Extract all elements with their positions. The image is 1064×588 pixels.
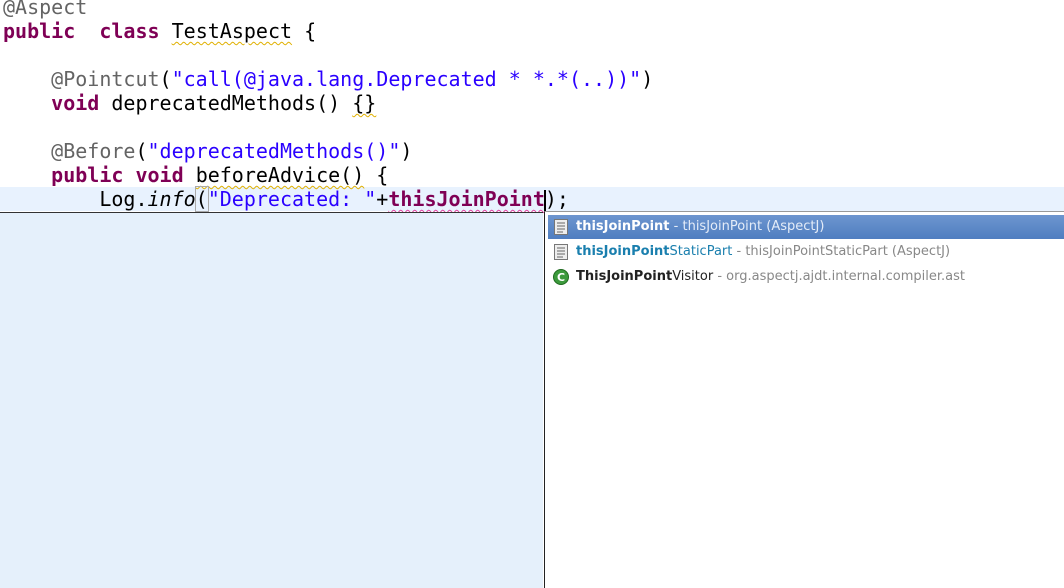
- code-line-8: public void beforeAdvice() {: [51, 163, 389, 187]
- completion-item[interactable]: thisJoinPointStaticPart - thisJoinPointS…: [548, 240, 1064, 264]
- field-doc-icon: [554, 219, 568, 235]
- code-line-7: @Before("deprecatedMethods()"): [51, 139, 413, 163]
- class-icon: C: [553, 269, 569, 285]
- javadoc-pane: [0, 212, 543, 588]
- code-line-4: @Pointcut("call(@java.lang.Deprecated * …: [51, 67, 654, 91]
- code-line-2: public class TestAspect {: [3, 19, 317, 43]
- field-doc-icon: [554, 244, 568, 260]
- code-line-5: void deprecatedMethods() {}: [51, 91, 377, 115]
- code-line-1: @Aspect: [3, 0, 88, 19]
- code-editor[interactable]: @Aspect public class TestAspect { @Point…: [0, 0, 1064, 212]
- completion-item[interactable]: C ThisJoinPointVisitor - org.aspectj.ajd…: [548, 265, 1064, 289]
- completion-item[interactable]: thisJoinPoint - thisJoinPoint (AspectJ): [548, 215, 1064, 239]
- content-assist-popup[interactable]: thisJoinPoint - thisJoinPoint (AspectJ) …: [544, 211, 1064, 588]
- code-line-9: Log.info("Deprecated: "+thisJoinPoint);: [99, 186, 569, 212]
- svg-text:C: C: [557, 271, 565, 284]
